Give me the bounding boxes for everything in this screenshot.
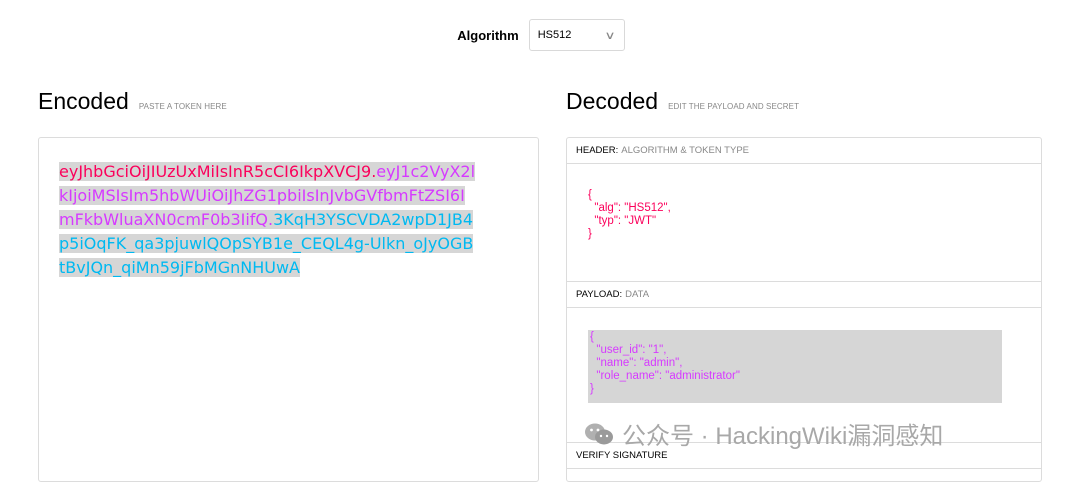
json-line: { — [588, 189, 592, 201]
header-section-label: HEADER: — [576, 145, 619, 156]
header-json-editor[interactable]: { "alg": "HS512", "typ": "JWT" } — [567, 164, 1041, 282]
verify-signature-label: VERIFY SIGNATURE — [576, 450, 668, 461]
payload-section-label: PAYLOAD: — [576, 289, 623, 300]
encoded-heading: Encoded PASTE A TOKEN HERE — [38, 88, 227, 115]
json-line: "alg": "HS512", — [588, 202, 671, 214]
header-section-sublabel: ALGORITHM & TOKEN TYPE — [621, 145, 749, 156]
watermark: 公众号 · HackingWiki漏洞感知 — [584, 416, 943, 451]
watermark-text: 公众号 · HackingWiki漏洞感知 — [622, 423, 944, 450]
payload-section-title: PAYLOAD: DATA — [567, 282, 1041, 308]
payload-section-sublabel: DATA — [625, 289, 650, 300]
json-line: } — [588, 228, 592, 240]
encoded-token-editor[interactable]: eyJhbGciOiJIUzUxMiIsInR5cCI6IkpXVCJ9.eyJ… — [38, 137, 539, 482]
json-line: } — [590, 383, 594, 395]
algorithm-label: Algorithm — [457, 27, 519, 43]
json-line: "user_id": "1", — [590, 344, 667, 356]
token-header-part: eyJhbGciOiJIUzUxMiIsInR5cCI6IkpXVCJ9 — [59, 162, 372, 181]
algorithm-selected-value: HS512 — [537, 29, 572, 41]
encoded-subtitle: PASTE A TOKEN HERE — [138, 102, 227, 111]
algorithm-bar: Algorithm HS512 ∨ — [0, 19, 1080, 51]
header-section-title: HEADER: ALGORITHM & TOKEN TYPE — [567, 138, 1041, 164]
json-line: "role_name": "administrator" — [590, 370, 740, 382]
wechat-icon — [585, 423, 613, 444]
algorithm-select[interactable]: HS512 ∨ — [528, 19, 625, 51]
header-json: { "alg": "HS512", "typ": "JWT" } — [588, 189, 671, 241]
json-line: "typ": "JWT" — [588, 215, 657, 227]
decoded-subtitle: EDIT THE PAYLOAD AND SECRET — [668, 102, 800, 111]
encoded-title: Encoded — [38, 88, 129, 114]
decoded-heading: Decoded EDIT THE PAYLOAD AND SECRET — [566, 88, 799, 115]
chevron-down-icon: ∨ — [604, 29, 616, 42]
json-line: "name": "admin", — [590, 357, 683, 369]
json-line: { — [590, 331, 594, 343]
encoded-token[interactable]: eyJhbGciOiJIUzUxMiIsInR5cCI6IkpXVCJ9.eyJ… — [59, 160, 479, 280]
decoded-title: Decoded — [566, 88, 659, 114]
payload-json: { "user_id": "1", "name": "admin", "role… — [590, 331, 740, 396]
